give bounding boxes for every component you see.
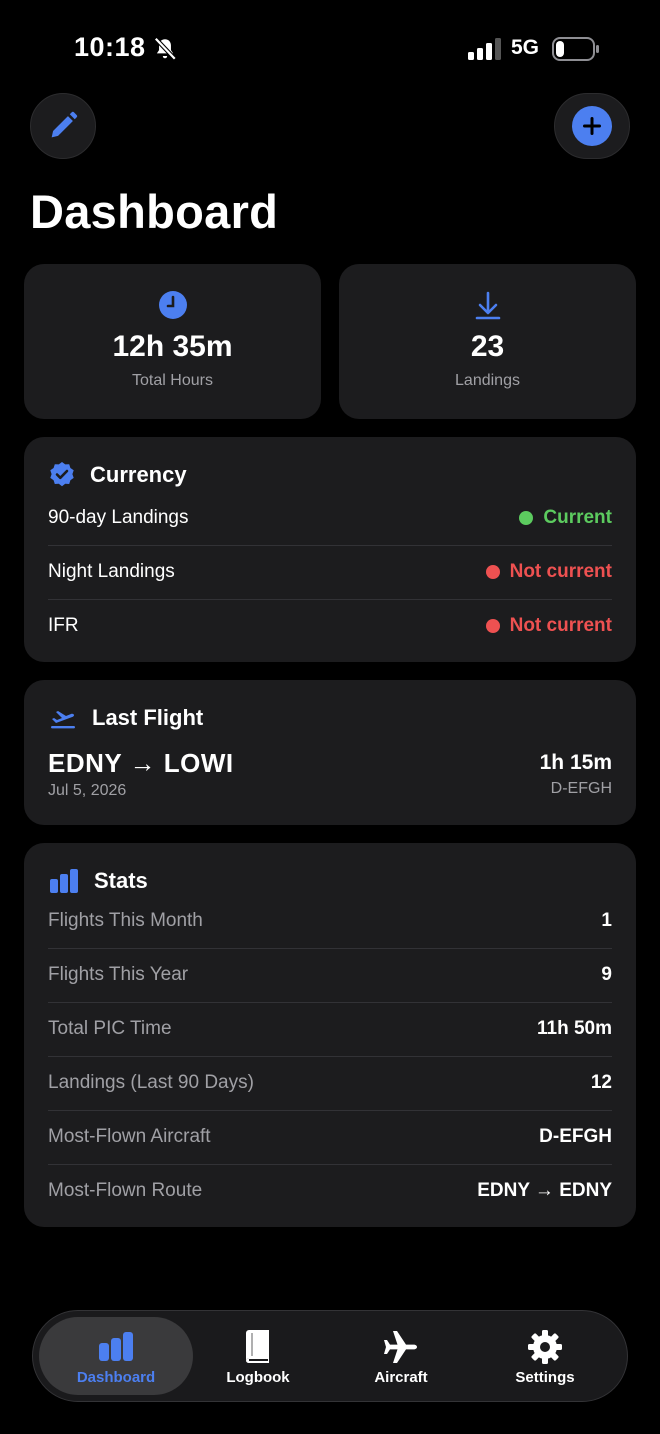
landings-value: 23: [470, 330, 505, 363]
last-flight-card[interactable]: Last Flight EDNY → LOWI Jul 5, 2026 1h 1…: [24, 680, 636, 825]
battery-icon: [552, 37, 599, 61]
airplane-departure-icon: [51, 711, 75, 729]
stats-row-label: Total PIC Time: [48, 1018, 172, 1039]
tab-aircraft[interactable]: Aircraft: [324, 1317, 478, 1395]
stats-row-value: EDNY → EDNY: [477, 1180, 612, 1201]
network-type: 5G: [511, 36, 540, 59]
last-flight-aircraft: D-EFGH: [550, 780, 612, 797]
stats-row: Most-Flown Aircraft D-EFGH: [48, 1110, 612, 1164]
gear-icon: [528, 1330, 562, 1364]
total-hours-tile: 12h 35m Total Hours: [24, 264, 321, 419]
bell-muted-icon: [154, 37, 177, 61]
stats-row-label: Flights This Month: [48, 910, 203, 931]
tab-logbook[interactable]: Logbook: [181, 1317, 335, 1395]
landings-label: Landings: [455, 372, 520, 389]
book-icon: [246, 1330, 269, 1364]
stats-row: Most-Flown Route EDNY → EDNY: [48, 1164, 612, 1218]
currency-row-label: Night Landings: [48, 561, 175, 582]
currency-card: Currency 90-day Landings Current Night L…: [24, 437, 636, 662]
airplane-icon: [384, 1331, 417, 1363]
currency-title: Currency: [90, 462, 187, 487]
stats-row-value: 9: [601, 964, 612, 985]
edit-button[interactable]: [30, 93, 96, 159]
landings-tile: 23 Landings: [339, 264, 636, 419]
add-flight-button[interactable]: [554, 93, 630, 159]
cell-signal-icon: [468, 38, 501, 60]
page-title: Dashboard: [30, 185, 279, 238]
currency-row-label: IFR: [48, 615, 79, 636]
last-flight-title: Last Flight: [92, 705, 204, 730]
currency-row-label: 90-day Landings: [48, 507, 189, 528]
currency-row: 90-day Landings Current: [48, 491, 612, 545]
arrow-down-icon: [475, 291, 500, 320]
currency-status: Not current: [485, 561, 612, 583]
plus-icon: [572, 106, 612, 146]
stats-row: Total PIC Time 11h 50m: [48, 1002, 612, 1056]
tab-dashboard[interactable]: Dashboard: [39, 1317, 193, 1395]
stats-row-value: 12: [590, 1072, 612, 1093]
stats-title: Stats: [94, 868, 148, 893]
stats-row: Landings (Last 90 Days) 12: [48, 1056, 612, 1110]
stats-row-label: Landings (Last 90 Days): [48, 1072, 254, 1093]
stats-card: Stats Flights This Month 1 Flights This …: [24, 843, 636, 1227]
pencil-icon: [51, 111, 78, 138]
tab-label: Aircraft: [374, 1369, 428, 1386]
last-flight-duration: 1h 15m: [539, 751, 612, 774]
total-hours-value: 12h 35m: [112, 330, 233, 363]
currency-status: Not current: [485, 615, 612, 637]
stats-row-label: Flights This Year: [48, 964, 189, 985]
currency-row: Night Landings Not current: [48, 545, 612, 599]
stats-row: Flights This Year 9: [48, 948, 612, 1002]
clock-icon: [158, 291, 187, 319]
status-time: 10:18: [74, 32, 146, 62]
currency-status: Current: [519, 507, 612, 529]
tab-label: Dashboard: [76, 1369, 156, 1386]
stats-row-label: Most-Flown Route: [48, 1180, 203, 1201]
currency-row: IFR Not current: [48, 599, 612, 653]
tab-label: Logbook: [226, 1369, 290, 1386]
tab-bar: Dashboard Logbook Aircraft Settings: [32, 1310, 628, 1402]
stats-row-label: Most-Flown Aircraft: [48, 1126, 211, 1147]
stats-row-value: D-EFGH: [539, 1126, 612, 1147]
last-flight-route: EDNY → LOWI: [48, 748, 234, 778]
bar-chart-icon: [50, 869, 78, 893]
verified-badge-icon: [50, 462, 74, 487]
stats-row: Flights This Month 1: [48, 894, 612, 948]
bar-chart-icon: [99, 1332, 133, 1361]
total-hours-label: Total Hours: [132, 372, 213, 389]
tab-settings[interactable]: Settings: [468, 1317, 622, 1395]
tab-label: Settings: [515, 1369, 575, 1386]
stats-row-value: 1: [601, 910, 612, 931]
status-bar: 10:18 5G: [0, 30, 660, 70]
stats-row-value: 11h 50m: [537, 1018, 612, 1039]
last-flight-date: Jul 5, 2026: [48, 782, 127, 799]
